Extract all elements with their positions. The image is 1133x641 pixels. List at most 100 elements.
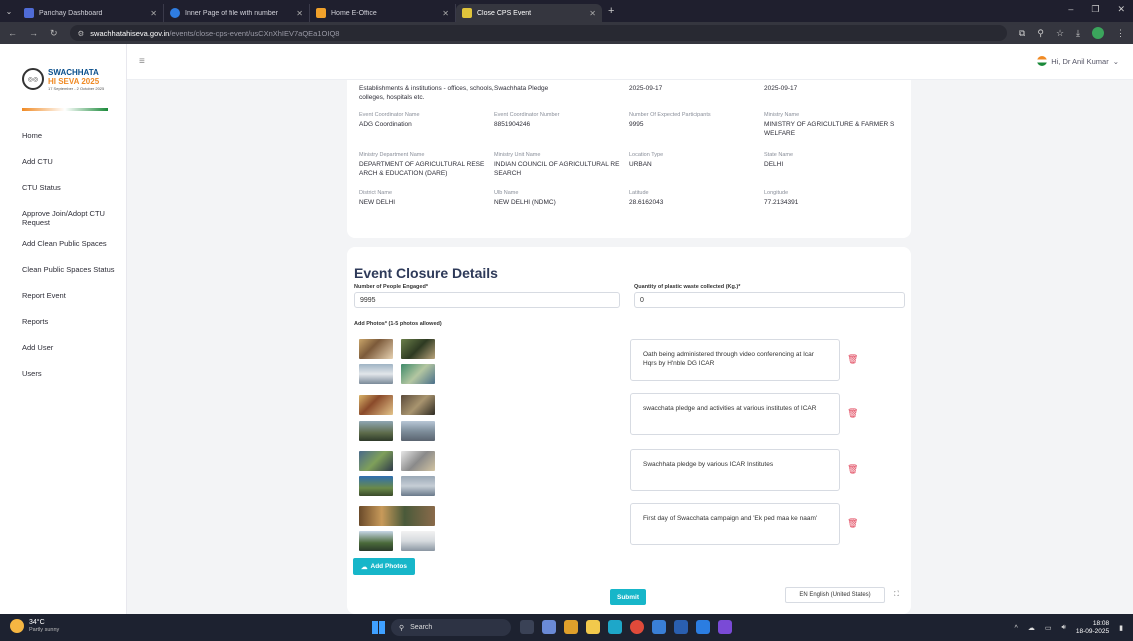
taskbar-search[interactable]: ⚲ Search (391, 619, 511, 636)
sidebar-item-approve-join[interactable]: Approve Join/Adopt CTU Request (0, 203, 126, 233)
sidebar-item-add-clean-spaces[interactable]: Add Clean Public Spaces (0, 233, 126, 259)
photo-thumbnail[interactable] (359, 364, 393, 384)
photo-caption[interactable]: Swachhata pledge by various ICAR Institu… (630, 449, 840, 491)
back-icon[interactable]: ← (8, 28, 17, 38)
hamburger-menu-icon[interactable]: ≡ (139, 56, 145, 67)
photo-thumbnail[interactable] (401, 421, 435, 441)
language-selector[interactable]: EN English (United States) (785, 587, 885, 603)
sidebar-item-report-event[interactable]: Report Event (0, 285, 126, 311)
photo-thumbnail[interactable] (359, 476, 393, 496)
close-tab-icon[interactable]: ✕ (150, 9, 157, 18)
app-header: ≡ Hi, Dr Anil Kumar ⌄ (127, 44, 1133, 80)
photo-thumbnail[interactable] (401, 395, 435, 415)
cast-icon[interactable]: ⧉ (1019, 28, 1025, 39)
edge-icon[interactable] (608, 620, 622, 634)
brand-logo[interactable]: ◎◎ SWACHHATA HI SEVA 2025 17 September -… (0, 44, 126, 114)
section-title: Event Closure Details (354, 265, 498, 281)
app-icon[interactable] (564, 620, 578, 634)
close-tab-icon[interactable]: ✕ (296, 9, 303, 18)
reload-icon[interactable]: ↻ (50, 28, 58, 39)
profile-avatar[interactable] (1092, 27, 1104, 39)
download-icon[interactable]: ⤓ (1076, 28, 1080, 39)
url-input[interactable]: ⚙ swachhatahiseva.gov.in/events/close-cp… (69, 25, 1007, 41)
sidebar-item-ctu-status[interactable]: CTU Status (0, 177, 126, 203)
delete-photo-icon[interactable]: 🗑 (847, 464, 858, 474)
photo-thumbnail[interactable] (401, 476, 435, 496)
windows-start-icon[interactable] (372, 621, 385, 634)
sidebar-item-users[interactable]: Users (0, 363, 126, 389)
minimize-icon[interactable]: – (1068, 4, 1073, 15)
add-photos-button[interactable]: ☁ Add Photos (353, 558, 415, 575)
photo-thumbnail[interactable] (359, 531, 393, 551)
photo-caption[interactable]: First day of Swacchata campaign and 'Ek … (630, 503, 840, 545)
favicon-icon (170, 8, 180, 18)
photo-thumbnail[interactable] (401, 339, 435, 359)
site-info-icon[interactable]: ⚙ (78, 29, 85, 38)
delete-photo-icon[interactable]: 🗑 (847, 408, 858, 418)
plastic-waste-input[interactable] (634, 292, 905, 308)
user-menu[interactable]: Hi, Dr Anil Kumar ⌄ (1037, 56, 1119, 66)
favicon-icon (462, 8, 472, 18)
expand-icon[interactable]: ⛶ (894, 591, 899, 599)
submit-button[interactable]: Submit (610, 589, 646, 605)
browser-tab[interactable]: Inner Page of file with number ✕ (164, 4, 310, 22)
chevron-up-icon[interactable]: ^ (1015, 625, 1018, 632)
weather-widget[interactable]: 34°C Partly sunny (10, 619, 59, 633)
restore-icon[interactable]: ❐ (1091, 4, 1099, 15)
app-icon[interactable] (674, 620, 688, 634)
people-engaged-label: Number of People Engaged* (354, 284, 428, 290)
app-icon[interactable] (652, 620, 666, 634)
photo-thumbnail[interactable] (359, 395, 393, 415)
sidebar-item-clean-spaces-status[interactable]: Clean Public Spaces Status (0, 259, 126, 285)
address-bar: ← → ↻ ⚙ swachhatahiseva.gov.in/events/cl… (0, 22, 1133, 44)
app-icon[interactable] (696, 620, 710, 634)
photo-thumbnail[interactable] (401, 364, 435, 384)
details-row: District Name NEW DELHI Ulb Name NEW DELHI… (359, 190, 799, 206)
delete-photo-icon[interactable]: 🗑 (847, 518, 858, 528)
photo-caption[interactable]: swacchata pledge and activities at vario… (630, 393, 840, 435)
start-date-value: 2025-09-17 (629, 85, 663, 92)
delete-photo-icon[interactable]: 🗑 (847, 354, 858, 364)
network-icon[interactable]: ☁ (1028, 624, 1035, 632)
event-category-value: Establishments & institutions - offices,… (359, 85, 494, 101)
sidebar-item-reports[interactable]: Reports (0, 311, 126, 337)
photo-thumbnail[interactable] (359, 421, 393, 441)
photo-thumbnail[interactable] (401, 451, 435, 471)
bookmark-star-icon[interactable]: ☆ (1056, 28, 1064, 39)
chevron-down-icon: ⌄ (1112, 56, 1119, 66)
system-tray: ^ ☁ ▭ 🔊︎ 18:08 18-09-2025 ▮ (1015, 620, 1123, 636)
photo-thumbnail[interactable] (401, 531, 435, 551)
details-row: Establishments & institutions - offices,… (359, 84, 899, 102)
details-row: Event Coordinator Name ADG Coordination E… (359, 112, 895, 137)
browser-tab[interactable]: Home E-Office ✕ (310, 4, 456, 22)
notification-icon[interactable]: ▮ (1119, 624, 1123, 632)
forward-icon[interactable]: → (29, 28, 38, 38)
photo-thumbnail[interactable] (359, 339, 393, 359)
sidebar-item-home[interactable]: Home (0, 125, 126, 151)
volume-icon[interactable]: 🔊︎ (1061, 624, 1065, 632)
search-icon: ⚲ (399, 624, 405, 632)
app-icon[interactable] (718, 620, 732, 634)
menu-dots-icon[interactable]: ⋮ (1116, 28, 1125, 39)
display-icon[interactable]: ▭ (1045, 624, 1052, 632)
photo-thumbnail[interactable] (359, 451, 393, 471)
close-tab-icon[interactable]: ✕ (442, 9, 449, 18)
browser-tab[interactable]: Parichay Dashboard ✕ (18, 4, 164, 22)
sidebar-item-add-ctu[interactable]: Add CTU (0, 151, 126, 177)
app-icon[interactable] (542, 620, 556, 634)
photo-caption[interactable]: Oath being administered through video co… (630, 339, 840, 381)
photo-thumbnail[interactable] (359, 506, 435, 526)
close-window-icon[interactable]: ✕ (1117, 4, 1125, 15)
people-engaged-input[interactable] (354, 292, 620, 308)
file-explorer-icon[interactable] (586, 620, 600, 634)
sidebar-item-add-user[interactable]: Add User (0, 337, 126, 363)
new-tab-icon[interactable]: + (608, 5, 614, 17)
clock[interactable]: 18:08 18-09-2025 (1076, 620, 1109, 636)
end-date-value: 2025-09-17 (764, 85, 798, 92)
zoom-icon[interactable]: ⚲ (1037, 28, 1044, 39)
chrome-icon[interactable] (630, 620, 644, 634)
browser-tab-active[interactable]: Close CPS Event ✕ (456, 4, 602, 22)
tab-search-icon[interactable]: ⌄ (0, 0, 18, 22)
task-view-icon[interactable] (520, 620, 534, 634)
close-tab-icon[interactable]: ✕ (589, 9, 596, 18)
